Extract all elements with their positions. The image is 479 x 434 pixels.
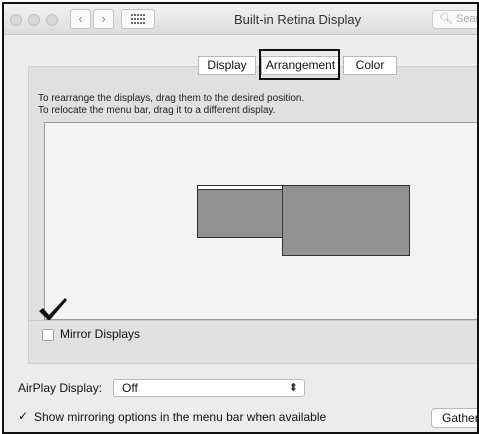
search-placeholder: Search — [456, 13, 479, 25]
menu-bar-indicator[interactable] — [198, 186, 282, 190]
chevron-right-icon: › — [101, 11, 106, 26]
search-icon: 🔍︎ — [439, 13, 453, 25]
gather-windows-button[interactable]: Gather Windows — [431, 408, 477, 428]
tab-highlight-annotation — [259, 49, 340, 80]
search-field[interactable]: 🔍︎ Search — [432, 10, 479, 29]
instruction-line-2: To relocate the menu bar, drag it to a d… — [38, 105, 276, 116]
chevron-left-icon: ‹ — [78, 11, 83, 26]
forward-button[interactable]: › — [93, 9, 114, 29]
zoom-button[interactable] — [46, 14, 58, 26]
display-arrangement-area[interactable] — [44, 122, 477, 320]
show-mirroring-checkbox[interactable]: ✓ — [18, 409, 28, 423]
display-built-in[interactable] — [197, 185, 283, 238]
back-button[interactable]: ‹ — [70, 9, 91, 29]
airplay-label: AirPlay Display: — [18, 381, 103, 395]
checkmark-icon: ✓ — [18, 409, 29, 423]
select-arrows-icon: ⬍ — [288, 382, 298, 394]
divider — [28, 320, 477, 321]
preferences-window: ‹ › Built-in Retina Display 🔍︎ Search Di… — [2, 2, 479, 434]
show-mirroring-label: Show mirroring options in the menu bar w… — [34, 410, 327, 424]
title-bar: ‹ › Built-in Retina Display 🔍︎ Search — [4, 4, 477, 35]
display-external[interactable] — [282, 185, 410, 256]
minimize-button[interactable] — [28, 14, 40, 26]
close-button[interactable] — [10, 14, 22, 26]
mirror-displays-checkbox[interactable] — [42, 329, 54, 341]
tab-display[interactable]: Display — [198, 56, 256, 75]
mirror-displays-label: Mirror Displays — [60, 327, 141, 341]
airplay-select[interactable]: Off ⬍ — [113, 379, 305, 397]
tab-color[interactable]: Color — [343, 56, 397, 75]
grid-icon — [131, 14, 145, 24]
window-title: Built-in Retina Display — [234, 12, 362, 27]
show-all-button[interactable] — [121, 9, 155, 29]
airplay-value: Off — [122, 381, 138, 395]
instruction-line-1: To rearrange the displays, drag them to … — [38, 93, 305, 104]
